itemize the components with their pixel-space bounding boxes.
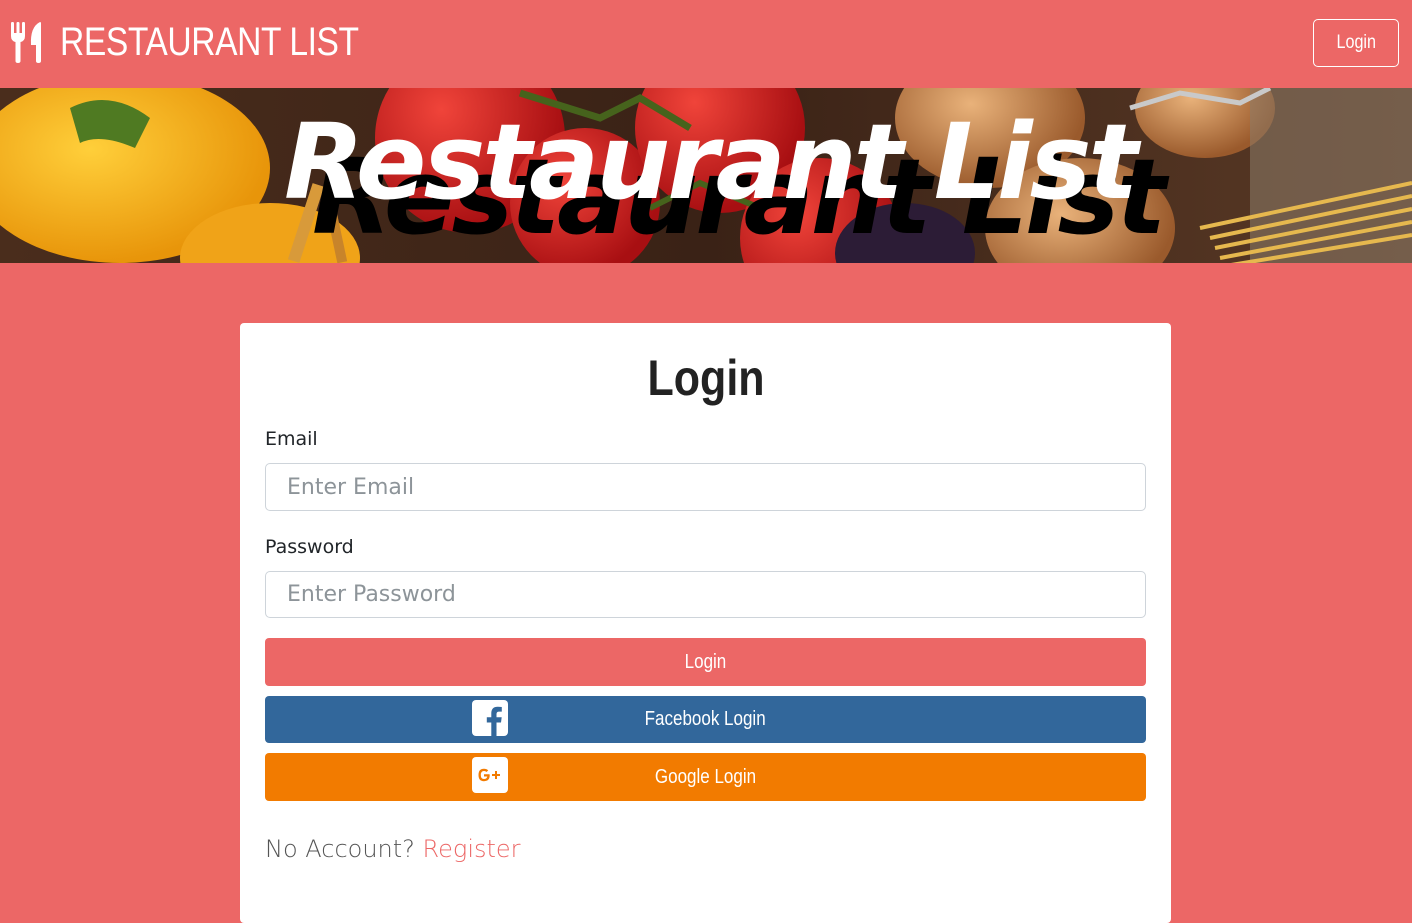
email-label: Email [265, 428, 318, 450]
navbar: RESTAURANT LIST Login [0, 0, 1412, 88]
google-login-button[interactable]: Google Login [265, 753, 1146, 801]
login-card [240, 323, 1171, 923]
brand-title: RESTAURANT LIST [60, 20, 359, 64]
banner-title-text: Restaurant List [284, 101, 1138, 223]
banner-title: Restaurant List Restaurant List [0, 88, 1412, 263]
nav-login-button[interactable]: Login [1313, 19, 1399, 67]
google-plus-icon [472, 757, 508, 793]
password-input[interactable] [265, 571, 1146, 618]
email-input[interactable] [265, 463, 1146, 511]
register-link[interactable]: Register [423, 835, 521, 863]
nav-login-label: Login [1336, 32, 1376, 53]
facebook-login-label: Facebook Login [645, 708, 766, 730]
utensils-icon [11, 22, 41, 63]
brand-link[interactable]: RESTAURANT LIST [10, 20, 416, 64]
login-heading-text: Login [647, 350, 765, 406]
register-prompt-line: No Account? Register [265, 835, 521, 863]
facebook-icon [472, 700, 508, 736]
facebook-login-button[interactable]: Facebook Login [265, 696, 1146, 743]
login-submit-label: Login [684, 650, 727, 673]
hero-banner: Restaurant List Restaurant List [0, 88, 1412, 263]
google-login-label: Google Login [654, 765, 757, 788]
login-heading: Login [0, 348, 1412, 408]
password-label: Password [265, 536, 354, 558]
login-submit-button[interactable]: Login [265, 638, 1146, 686]
register-prompt-text: No Account? [265, 835, 415, 863]
